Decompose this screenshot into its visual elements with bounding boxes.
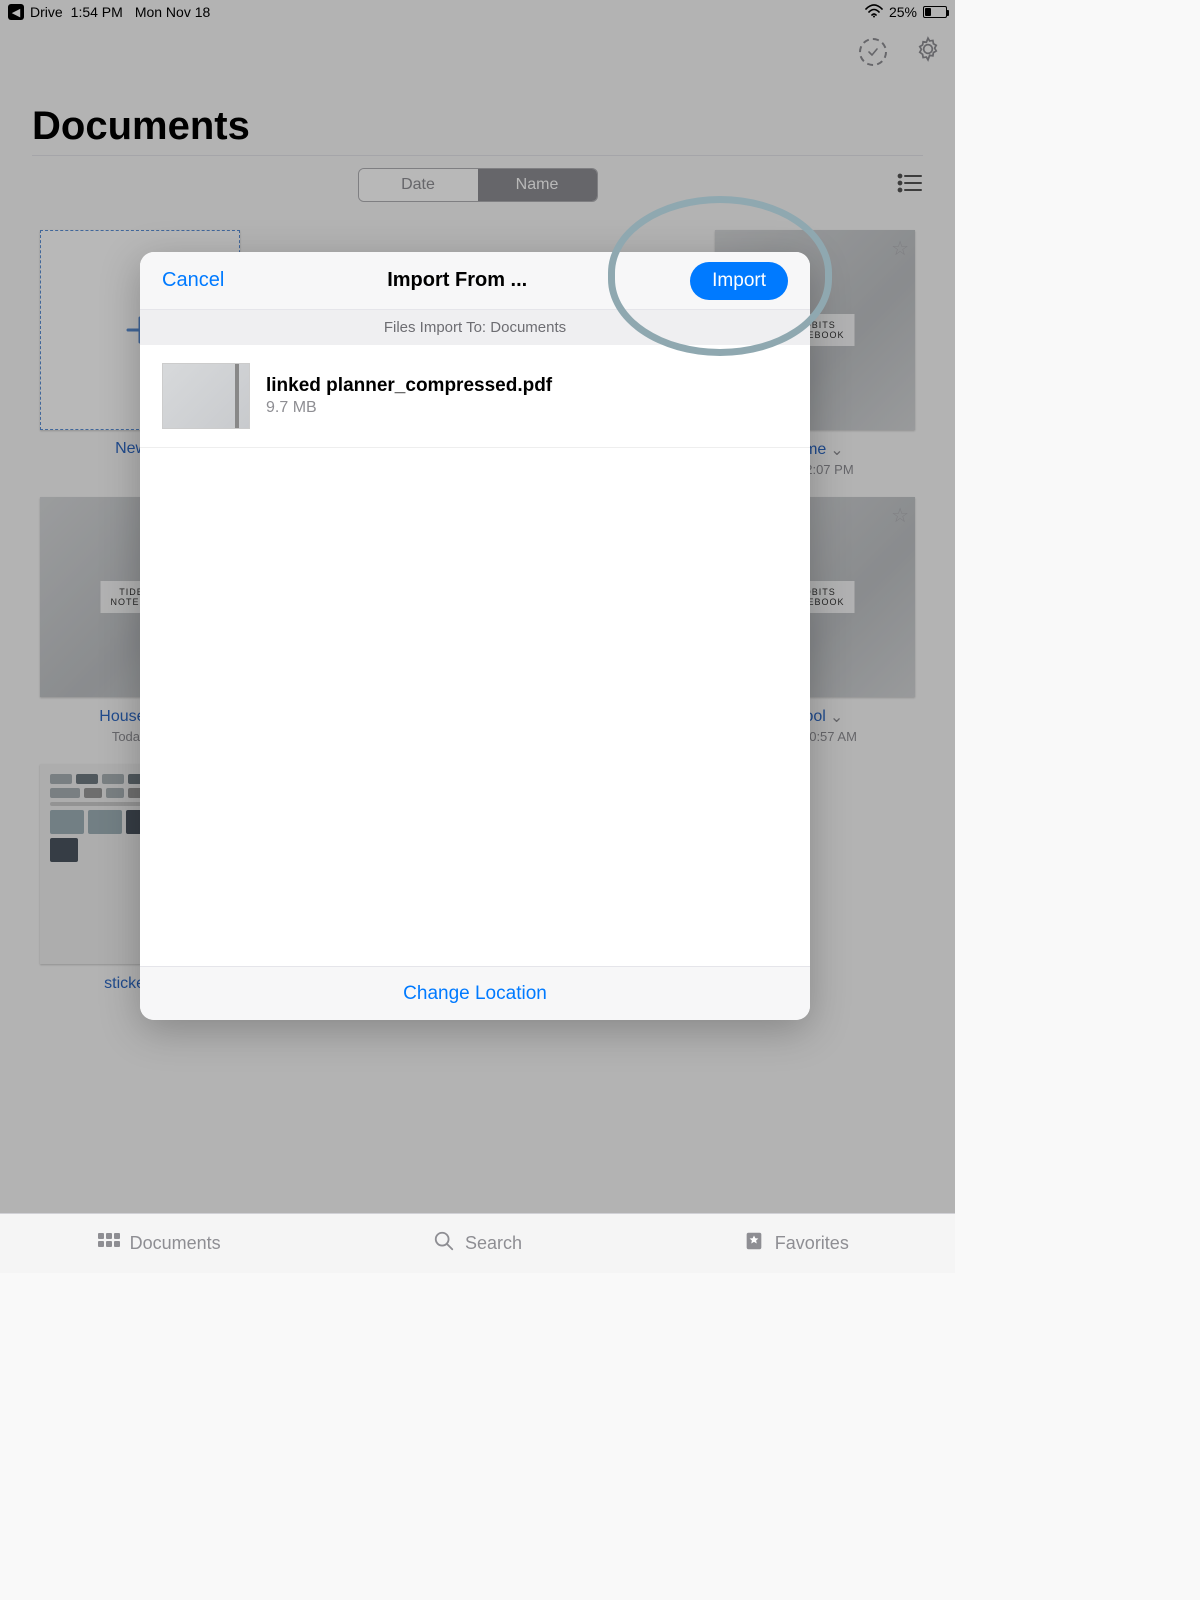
documents-icon xyxy=(98,1233,120,1255)
file-row[interactable]: linked planner_compressed.pdf 9.7 MB xyxy=(140,345,810,448)
tab-favorites[interactable]: Favorites xyxy=(637,1214,955,1273)
import-destination-label: Files Import To: Documents xyxy=(140,310,810,345)
sheet-body xyxy=(140,448,810,966)
file-size: 9.7 MB xyxy=(266,399,552,417)
tab-bar: Documents Search Favorites xyxy=(0,1213,955,1273)
tab-documents[interactable]: Documents xyxy=(0,1214,318,1273)
star-icon xyxy=(743,1230,765,1257)
sheet-title: Import From ... xyxy=(387,269,527,292)
tab-label: Documents xyxy=(130,1233,221,1254)
file-thumb xyxy=(162,363,250,429)
search-icon xyxy=(433,1230,455,1257)
tab-search[interactable]: Search xyxy=(318,1214,636,1273)
import-sheet: Cancel Import From ... Import Files Impo… xyxy=(140,252,810,1020)
import-button[interactable]: Import xyxy=(690,262,788,300)
file-name: linked planner_compressed.pdf xyxy=(266,375,552,397)
tab-label: Search xyxy=(465,1233,522,1254)
change-location-button[interactable]: Change Location xyxy=(140,966,810,1020)
cancel-button[interactable]: Cancel xyxy=(162,269,224,292)
tab-label: Favorites xyxy=(775,1233,849,1254)
